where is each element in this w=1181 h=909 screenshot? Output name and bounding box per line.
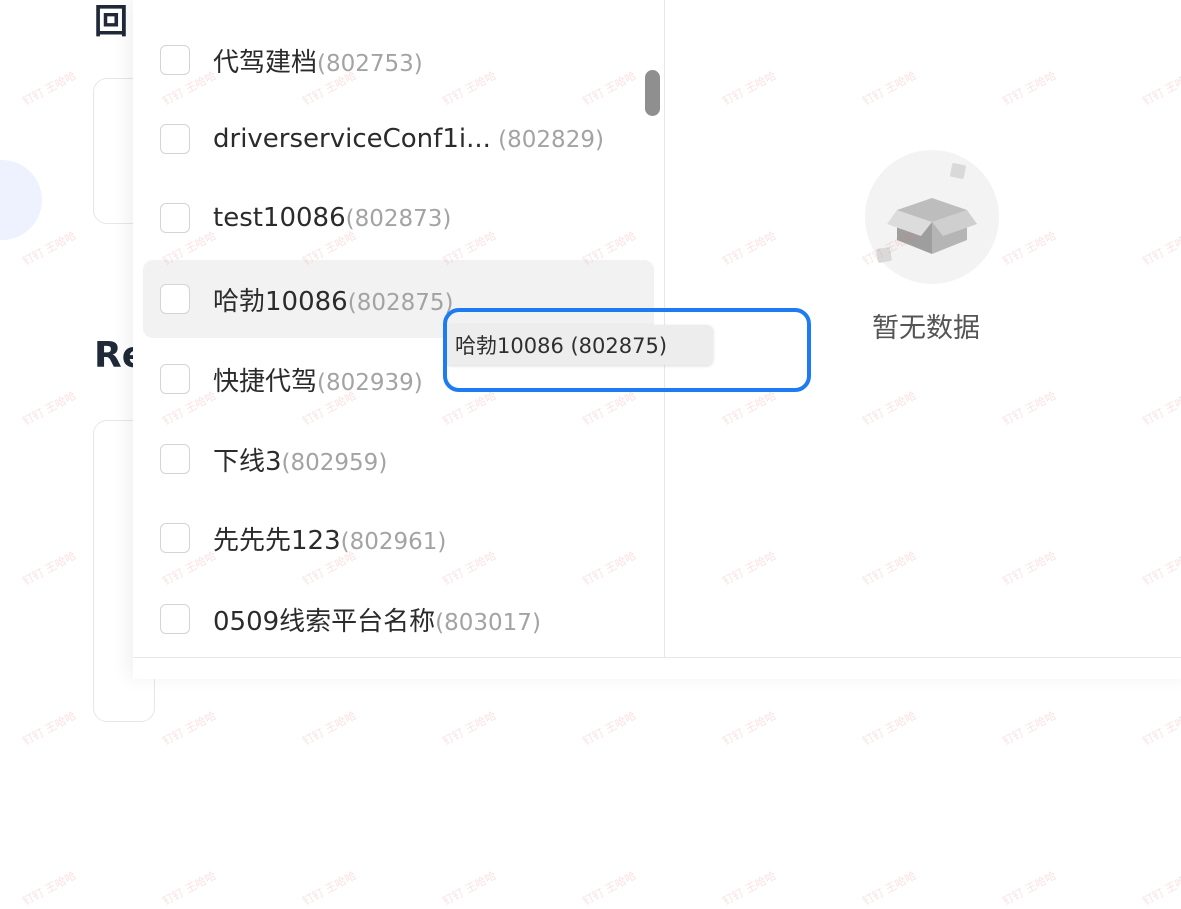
watermark-text: 钉钉 王哈哈 xyxy=(720,708,779,748)
item-name: driverserviceConf1i... xyxy=(213,124,491,154)
watermark-text: 钉钉 王哈哈 xyxy=(300,708,359,748)
list-item[interactable]: 0509线索平台名称(803017) xyxy=(143,583,654,655)
item-name: test10086 xyxy=(213,203,346,233)
watermark-text: 钉钉 王哈哈 xyxy=(20,708,79,748)
item-id: (802875) xyxy=(347,289,454,316)
item-checkbox[interactable] xyxy=(160,284,190,314)
watermark-text: 钉钉 王哈哈 xyxy=(20,388,79,428)
item-checkbox[interactable] xyxy=(160,364,190,394)
watermark-text: 钉钉 王哈哈 xyxy=(300,868,359,908)
watermark-text: 钉钉 王哈哈 xyxy=(440,868,499,908)
item-id: (802939) xyxy=(317,369,423,396)
watermark-text: 钉钉 王哈哈 xyxy=(860,708,919,748)
item-checkbox[interactable] xyxy=(160,523,190,553)
watermark-text: 钉钉 王哈哈 xyxy=(1140,868,1181,908)
item-id: (802959) xyxy=(281,449,388,476)
list-item[interactable]: 下线3(802959) xyxy=(143,423,654,495)
item-name: 0509线索平台名称 xyxy=(213,606,436,637)
watermark-text: 钉钉 王哈哈 xyxy=(860,868,919,908)
item-name: 快捷代驾 xyxy=(213,366,318,397)
item-name: 先先先123 xyxy=(213,525,341,556)
watermark-text: 钉钉 王哈哈 xyxy=(1000,868,1059,908)
watermark-text: 钉钉 王哈哈 xyxy=(1140,708,1181,748)
watermark-text: 钉钉 王哈哈 xyxy=(20,548,79,588)
item-id: (802829) xyxy=(490,127,604,153)
item-name: 下线3 xyxy=(213,446,282,477)
list-item[interactable]: test10086(802873) xyxy=(143,182,654,254)
empty-state-text: 暂无数据 xyxy=(872,313,980,344)
item-id: (802753) xyxy=(317,50,423,77)
background-circle xyxy=(0,160,42,240)
watermark-text: 钉钉 王哈哈 xyxy=(1000,708,1059,748)
watermark-text: 钉钉 王哈哈 xyxy=(20,228,79,268)
item-name: 哈勃10086 xyxy=(213,286,348,317)
watermark-text: 钉钉 王哈哈 xyxy=(440,708,499,748)
item-checkbox[interactable] xyxy=(160,604,190,634)
item-checkbox[interactable] xyxy=(160,444,190,474)
watermark-text: 钉钉 王哈哈 xyxy=(20,868,79,908)
watermark-text: 钉钉 王哈哈 xyxy=(20,68,79,108)
item-id: (802961) xyxy=(340,528,447,555)
watermark-text: 钉钉 王哈哈 xyxy=(160,708,219,748)
watermark-text: 钉钉 王哈哈 xyxy=(580,708,639,748)
item-checkbox[interactable] xyxy=(160,124,190,154)
watermark-text: 钉钉 王哈哈 xyxy=(720,868,779,908)
item-name: 代驾建档 xyxy=(213,47,318,78)
item-id: (803017) xyxy=(435,609,541,636)
list-item[interactable]: 先先先123(802961) xyxy=(143,502,654,574)
highlight-box xyxy=(443,308,811,392)
item-id: (802873) xyxy=(345,206,452,232)
watermark-text: 钉钉 王哈哈 xyxy=(160,868,219,908)
list-item[interactable]: 代驾建档(802753) xyxy=(143,24,654,96)
list-item[interactable]: driverserviceConf1i... (802829) xyxy=(143,103,654,175)
scrollbar-thumb[interactable] xyxy=(645,70,660,116)
empty-box-icon xyxy=(865,150,999,284)
item-checkbox[interactable] xyxy=(160,203,190,233)
watermark-text: 钉钉 王哈哈 xyxy=(580,868,639,908)
background-title-fragment: 回 xyxy=(94,2,128,42)
item-checkbox[interactable] xyxy=(160,45,190,75)
modal-footer xyxy=(133,657,1181,679)
